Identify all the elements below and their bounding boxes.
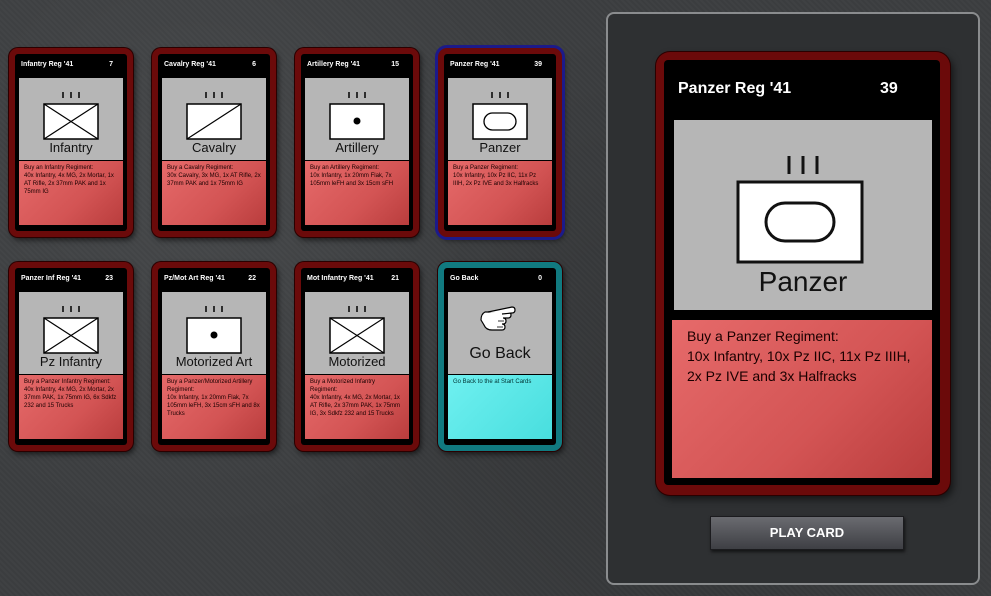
card-description: Buy an Artillery Regiment: 10x Infantry,… <box>305 161 409 225</box>
detail-card-cost: 39 <box>880 80 898 97</box>
card-go-back[interactable]: Go Back 0 Go Back Go Back to the at Star… <box>438 262 562 451</box>
unit-label: Panzer <box>479 140 521 155</box>
card-description-text: Buy an Artillery Regiment: 10x Infantry,… <box>310 165 394 187</box>
card-mot-infantry-reg[interactable]: Mot Infantry Reg '41 21 Motorized Buy a … <box>295 262 419 451</box>
card-name: Cavalry Reg '41 <box>164 61 216 68</box>
card-name: Go Back <box>450 275 479 282</box>
card-cost: 23 <box>105 275 113 282</box>
card-name: Pz/Mot Art Reg '41 <box>164 275 225 282</box>
card-name: Mot Infantry Reg '41 <box>307 275 374 282</box>
card-name: Artillery Reg '41 <box>307 61 361 68</box>
card-description: Buy a Motorized Infantry Regiment: 40x I… <box>305 375 409 439</box>
card-description-text: Buy a Panzer/Motorized Artillery Regimen… <box>167 379 260 417</box>
card-header: Pz/Mot Art Reg '41 22 <box>158 268 270 290</box>
card-art: Go Back <box>448 292 552 374</box>
detail-card-description: Buy a Panzer Regiment: 10x Infantry, 10x… <box>672 320 932 478</box>
card-description: Buy a Panzer Regiment: 10x Infantry, 10x… <box>448 161 552 225</box>
card-header: Cavalry Reg '41 6 <box>158 54 270 76</box>
card-cost: 7 <box>109 61 113 68</box>
unit-label: Motorized Art <box>175 354 253 369</box>
card-description-text: Buy a Panzer Regiment: 10x Infantry, 10x… <box>453 165 539 187</box>
card-infantry-reg[interactable]: Infantry Reg '41 7 Infantry Buy an Infan… <box>9 48 133 237</box>
card-cost: 21 <box>391 275 399 282</box>
detail-desc-title: Buy a Panzer Regiment: <box>687 328 839 344</box>
card-description: Buy an Infantry Regiment: 40x Infantry, … <box>19 161 123 225</box>
card-header: Panzer Inf Reg '41 23 <box>15 268 127 290</box>
card-description-text: Go Back to the at Start Cards <box>453 379 532 385</box>
unit-label: Infantry <box>49 140 93 155</box>
card-header: Panzer Reg '41 39 <box>444 54 556 76</box>
card-cost: 39 <box>534 61 542 68</box>
card-header: Artillery Reg '41 15 <box>301 54 413 76</box>
unit-label: Pz Infantry <box>39 354 103 369</box>
card-detail-large: Panzer Reg '41 39 Panzer Buy a Panzer Re… <box>656 52 950 495</box>
card-art: Pz Infantry <box>19 292 123 374</box>
card-description-text: Buy an Infantry Regiment: 40x Infantry, … <box>24 165 114 195</box>
card-art: Motorized Art <box>162 292 266 374</box>
card-art: Cavalry <box>162 78 266 160</box>
card-description: Go Back to the at Start Cards <box>448 375 552 439</box>
detail-card-art: Panzer <box>674 120 932 310</box>
card-description: Buy a Cavalry Regiment: 30x Cavalry, 3x … <box>162 161 266 225</box>
card-header: Infantry Reg '41 7 <box>15 54 127 76</box>
detail-desc-body: 10x Infantry, 10x Pz IIC, 11x Pz IIIH, 2… <box>687 348 911 384</box>
card-panzer-reg[interactable]: Panzer Reg '41 39 Panzer Buy a Panzer Re… <box>438 48 562 237</box>
card-name: Panzer Inf Reg '41 <box>21 275 82 282</box>
card-art: Artillery <box>305 78 409 160</box>
unit-label: Go Back <box>469 345 531 362</box>
detail-unit-label: Panzer <box>758 266 848 297</box>
card-art: Infantry <box>19 78 123 160</box>
card-cost: 6 <box>252 61 256 68</box>
card-cost: 22 <box>248 275 256 282</box>
card-header: Mot Infantry Reg '41 21 <box>301 268 413 290</box>
card-description: Buy a Panzer Infantry Regiment: 40x Infa… <box>19 375 123 439</box>
card-cost: 15 <box>391 61 399 68</box>
detail-card-name: Panzer Reg '41 <box>678 80 792 97</box>
unit-label: Artillery <box>335 140 379 155</box>
card-description-text: Buy a Cavalry Regiment: 30x Cavalry, 3x … <box>167 165 261 187</box>
card-cost: 0 <box>538 275 542 282</box>
card-description-text: Buy a Motorized Infantry Regiment: 40x I… <box>310 379 401 417</box>
card-art: Motorized <box>305 292 409 374</box>
card-description: Buy a Panzer/Motorized Artillery Regimen… <box>162 375 266 439</box>
card-art: Panzer <box>448 78 552 160</box>
unit-label: Cavalry <box>191 140 237 155</box>
card-header: Go Back 0 <box>444 268 556 290</box>
unit-label: Motorized <box>328 354 386 369</box>
card-panzer-inf-reg[interactable]: Panzer Inf Reg '41 23 Pz Infantry Buy a … <box>9 262 133 451</box>
card-name: Panzer Reg '41 <box>450 61 500 68</box>
card-artillery-reg[interactable]: Artillery Reg '41 15 Artillery Buy an Ar… <box>295 48 419 237</box>
play-card-button[interactable]: PLAY CARD <box>710 516 904 550</box>
card-name: Infantry Reg '41 <box>21 61 74 68</box>
card-pz-mot-art-reg[interactable]: Pz/Mot Art Reg '41 22 Motorized Art Buy … <box>152 262 276 451</box>
card-cavalry-reg[interactable]: Cavalry Reg '41 6 Cavalry Buy a Cavalry … <box>152 48 276 237</box>
card-description-text: Buy a Panzer Infantry Regiment: 40x Infa… <box>24 379 117 409</box>
